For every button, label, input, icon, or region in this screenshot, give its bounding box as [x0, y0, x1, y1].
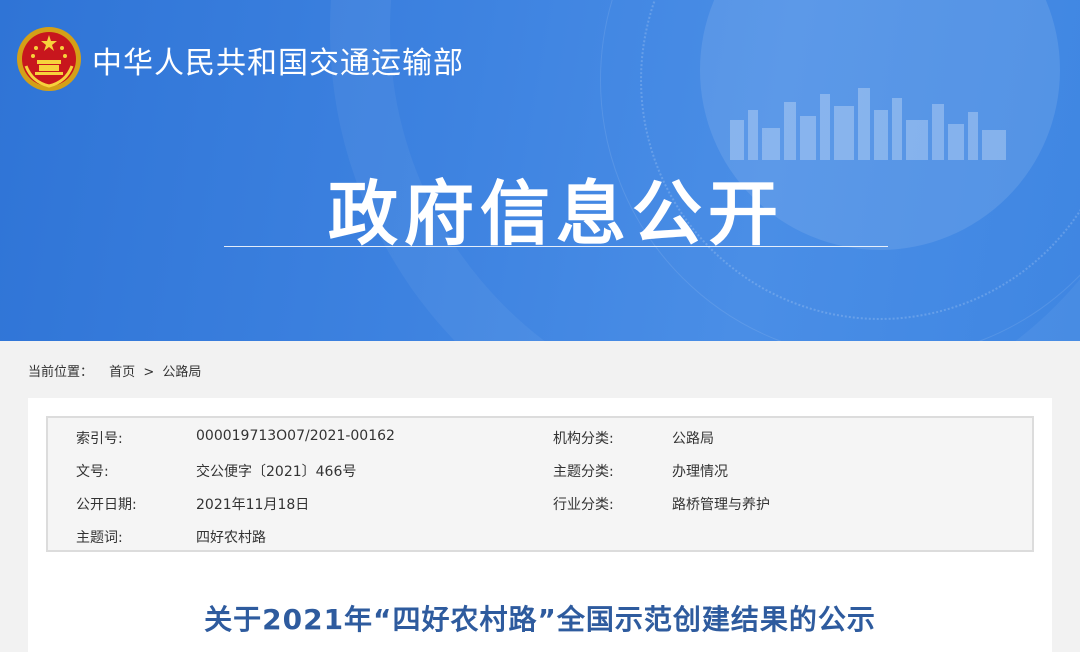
ministry-name[interactable]: 中华人民共和国交通运输部 [92, 38, 464, 82]
metadata-row: 文号: 交公便字〔2021〕466号 主题分类: 办理情况 [48, 453, 1032, 486]
city-skyline-icon [730, 88, 1006, 160]
content-card: 索引号: 000019713O07/2021-00162 机构分类: 公路局 文… [28, 398, 1052, 652]
metadata-row: 主题词: 四好农村路 [48, 519, 1032, 552]
metadata-key: 主题分类: [553, 464, 614, 480]
breadcrumb-home-link[interactable]: 首页 [109, 361, 135, 380]
section-title: 政府信息公开 [328, 173, 784, 255]
metadata-key: 机构分类: [553, 431, 614, 447]
metadata-value: 路桥管理与养护 [672, 497, 770, 513]
metadata-value: 四好农村路 [196, 530, 266, 546]
metadata-key: 主题词: [76, 530, 123, 546]
metadata-key: 行业分类: [553, 497, 614, 513]
metadata-value: 交公便字〔2021〕466号 [196, 464, 357, 480]
metadata-value: 000019713O07/2021-00162 [196, 428, 395, 444]
metadata-key: 文号: [76, 464, 109, 480]
metadata-key: 索引号: [76, 431, 123, 447]
metadata-key: 公开日期: [76, 497, 137, 513]
metadata-row: 索引号: 000019713O07/2021-00162 机构分类: 公路局 [48, 420, 1032, 453]
metadata-row: 公开日期: 2021年11月18日 行业分类: 路桥管理与养护 [48, 486, 1032, 519]
breadcrumb-current-link[interactable]: 公路局 [162, 361, 201, 380]
breadcrumb-label: 当前位置： [28, 365, 94, 380]
metadata-value: 办理情况 [672, 464, 728, 480]
metadata-value: 公路局 [672, 431, 714, 447]
document-title: 关于2021年“四好农村路”全国示范创建结果的公示 [204, 603, 876, 636]
metadata-table: 索引号: 000019713O07/2021-00162 机构分类: 公路局 文… [46, 416, 1034, 552]
breadcrumb-separator: > [143, 365, 155, 380]
breadcrumb: 当前位置： 首页 > 公路局 [28, 361, 201, 380]
national-emblem-icon [17, 27, 81, 91]
title-divider [224, 246, 888, 247]
header-banner: 中华人民共和国交通运输部 政府信息公开 [0, 0, 1080, 341]
metadata-value: 2021年11月18日 [196, 497, 310, 513]
